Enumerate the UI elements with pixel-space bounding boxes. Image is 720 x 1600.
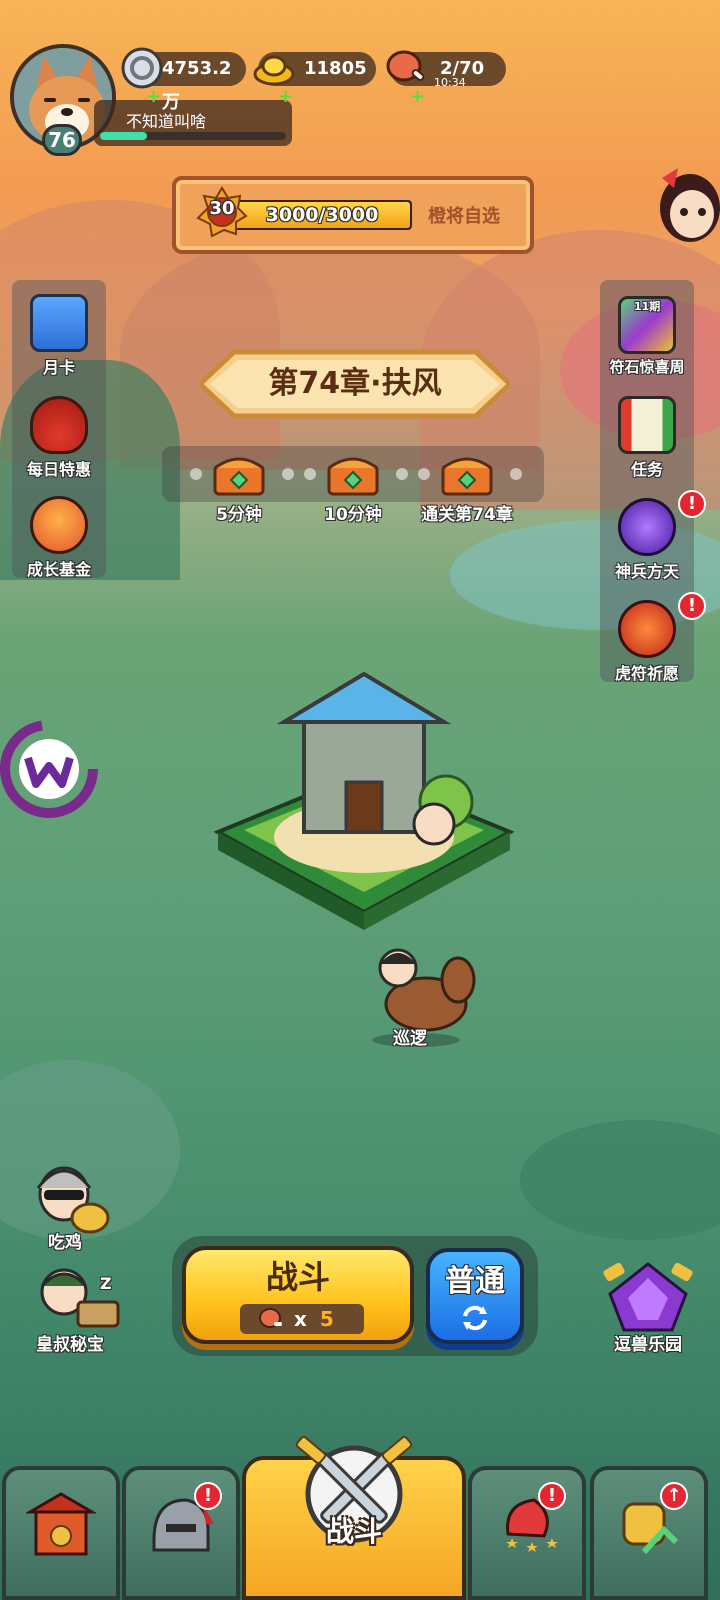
menu-growth-fund[interactable]: 成长基金 (12, 496, 106, 580)
battle-button-label: 战斗 (265, 1258, 330, 1296)
tiger-tally-alert-icon: ! (678, 592, 706, 620)
silver-value: 4753.2万 (162, 58, 232, 113)
xp-bar-fill (100, 132, 147, 140)
stage-fortress[interactable] (213, 652, 515, 932)
menu-month-card[interactable]: 月卡 (12, 294, 106, 378)
menu-tiger-tally-label: 虎符祈愿 (614, 664, 679, 683)
track-dot (396, 468, 408, 480)
track-dot (282, 468, 294, 480)
treasure-chest-icon (327, 457, 379, 496)
menu-growth-fund-label: 成长基金 (26, 560, 91, 579)
divine-weapon-icon (618, 498, 676, 556)
add-stamina-icon[interactable]: + (410, 80, 425, 114)
track-dot (190, 468, 202, 480)
reward-10min-label: 10分钟 (324, 505, 382, 525)
track-dot (304, 468, 316, 480)
treasure-chest-icon (213, 457, 265, 496)
add-gold-icon[interactable]: + (278, 80, 293, 114)
chapter-title: 第74章·扶风 (268, 366, 442, 401)
reward-chest-5min[interactable] (212, 450, 266, 496)
menu-divine-weapon-label: 神兵方天 (614, 562, 679, 581)
battle-cost-value: 5 (319, 1307, 334, 1331)
general-progress-text: 3000/3000 (265, 204, 379, 226)
nav-battle-label: 战斗 (325, 1515, 382, 1548)
eat-chicken-label: 吃鸡 (48, 1233, 82, 1253)
month-card-icon (30, 294, 88, 352)
menu-daily-deal-label: 每日特惠 (26, 460, 91, 479)
advisor-girl-icon[interactable] (650, 158, 720, 250)
track-dot (510, 468, 522, 480)
battle-cost: x 5 (294, 1304, 334, 1334)
gold-value: 11805 (304, 58, 367, 79)
menu-daily-deal[interactable]: 每日特惠 (12, 396, 106, 480)
sleeping-z-icon: Z (100, 1274, 112, 1293)
rune-week-period: 11期 (634, 300, 661, 313)
menu-quest[interactable]: 任务 (600, 396, 694, 480)
menu-month-card-label: 月卡 (42, 358, 75, 377)
beast-park-label: 逗兽乐园 (614, 1335, 682, 1355)
reward-5min-label: 5分钟 (216, 505, 262, 525)
nav-tab-heroes[interactable] (122, 1466, 240, 1600)
w-logo-icon[interactable] (0, 720, 98, 818)
general-select-level: 30 (209, 198, 235, 219)
nav-tab-upgrade[interactable] (590, 1466, 708, 1600)
menu-quest-label: 任务 (630, 460, 663, 479)
meat-cost-icon (258, 1306, 284, 1332)
patrol-label: 巡逻 (393, 1029, 427, 1049)
eat-chicken-character[interactable] (24, 1158, 110, 1238)
track-dot (418, 468, 430, 480)
battle-cost-prefix: x (294, 1307, 307, 1331)
uncle-treasure-label: 皇叔秘宝 (36, 1335, 104, 1355)
stamina-resource[interactable]: + 2/70 10:34 (386, 50, 506, 107)
gold-resource[interactable]: + 11805 (253, 52, 376, 107)
player-level-badge: 76 (42, 124, 82, 156)
silver-resource[interactable]: + 4753.2万 (121, 47, 246, 113)
heroes-alert-icon: ! (194, 1482, 222, 1510)
upgrade-alert-icon: ↑ (660, 1482, 688, 1510)
tiger-tally-icon (618, 600, 676, 658)
gift-bag-icon (30, 396, 88, 454)
reward-chest-clear[interactable] (440, 450, 494, 496)
nav-tab-city[interactable] (2, 1466, 120, 1600)
battle-mode-label: 普通 (445, 1264, 505, 1299)
city-gate-icon (24, 1490, 98, 1560)
nav-tab-pets[interactable] (468, 1466, 586, 1600)
divine-weapon-alert-icon: ! (678, 490, 706, 518)
uncle-treasure-character[interactable] (28, 1262, 120, 1332)
growth-fund-icon (30, 496, 88, 554)
reward-clear-label: 通关第74章 (421, 505, 513, 525)
treasure-chest-icon (441, 457, 493, 496)
general-select-label: 橙将自选 (428, 206, 500, 227)
refresh-icon (459, 1302, 491, 1334)
beast-park-icon[interactable] (600, 1258, 696, 1334)
quest-scroll-icon (618, 396, 676, 454)
pets-alert-icon: ! (538, 1482, 566, 1510)
reward-chest-10min[interactable] (326, 450, 380, 496)
add-silver-icon[interactable]: + (146, 80, 161, 114)
menu-rune-week-label: 符石惊喜周 (609, 358, 685, 376)
stamina-timer: 10:34 (434, 76, 466, 89)
